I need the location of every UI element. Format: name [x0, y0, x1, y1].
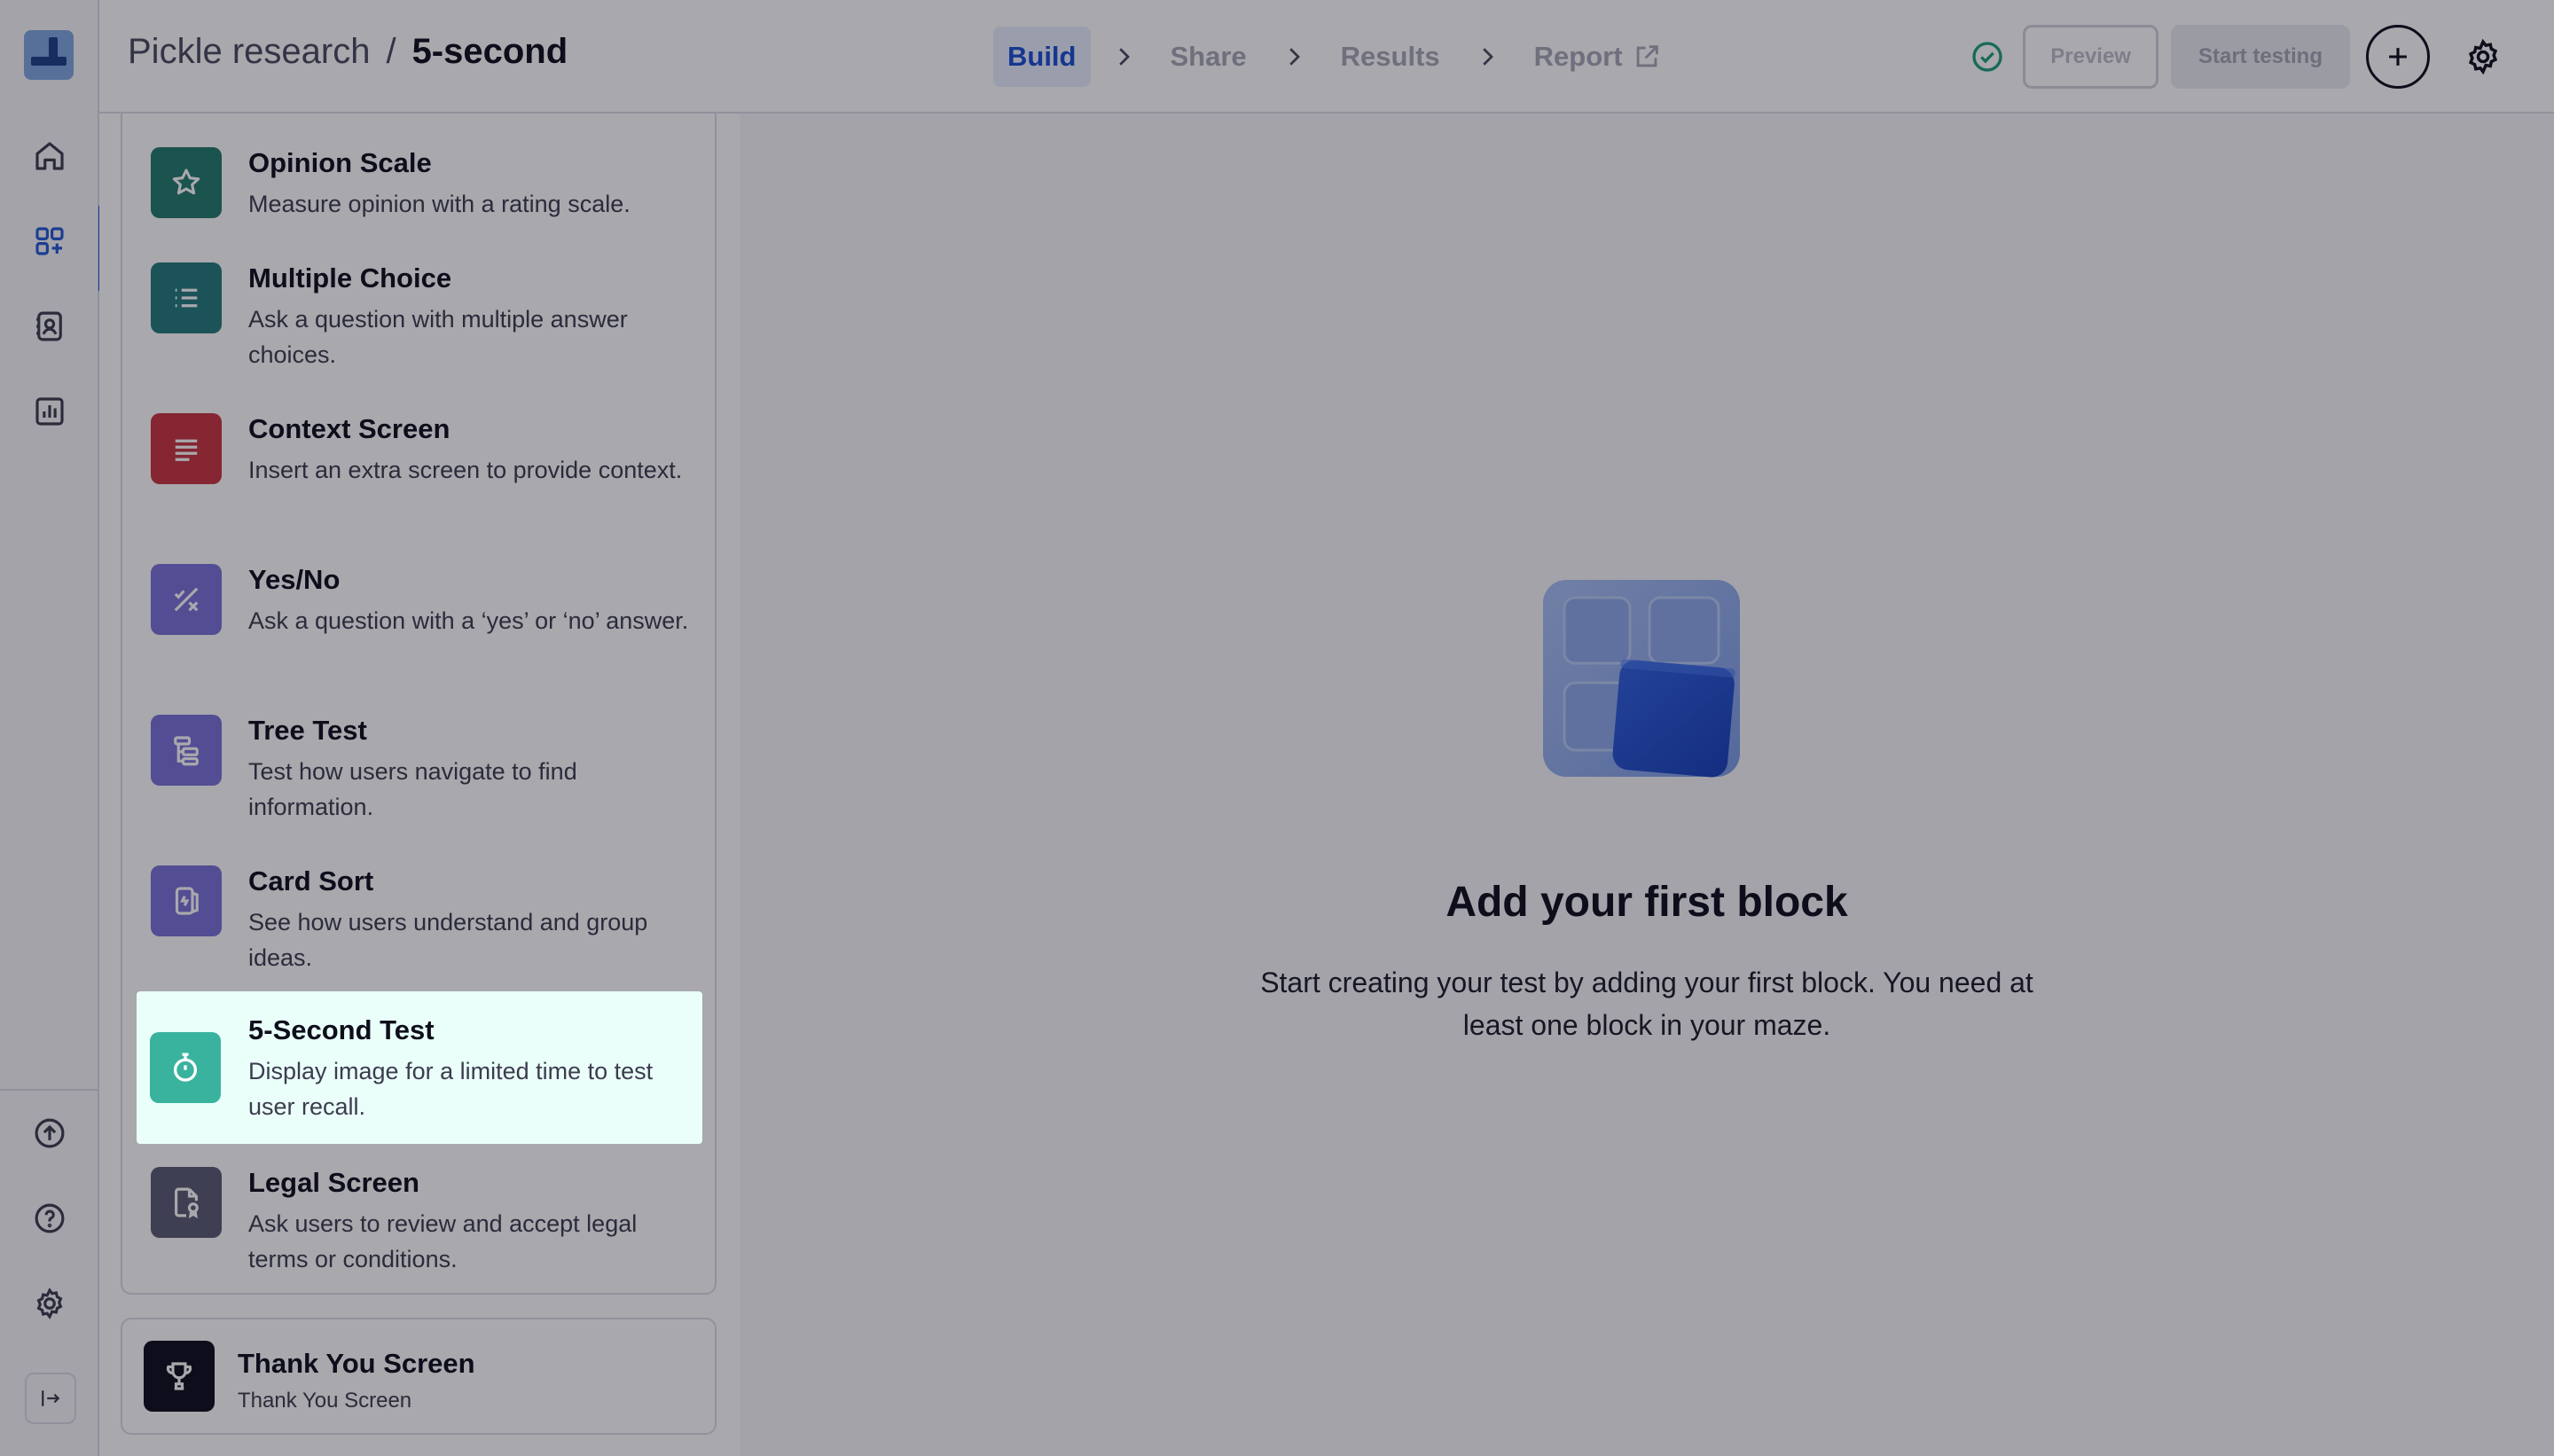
block-title: 5-Second Test	[248, 1014, 435, 1045]
block-description: Ask a question with multiple answer choi…	[248, 306, 628, 368]
block-card-sort[interactable]: Card Sort See how users understand and g…	[137, 846, 704, 997]
header-actions: Preview Start testing	[1970, 25, 2515, 89]
settings-icon[interactable]	[0, 1268, 99, 1339]
step-report[interactable]: Report	[1520, 27, 1676, 87]
block-description: Measure opinion with a rating scale.	[248, 191, 631, 217]
block-title: Multiple Choice	[248, 262, 452, 294]
block-description: Test how users navigate to find informat…	[248, 758, 577, 820]
main-canvas: Add your first block Start creating your…	[740, 114, 2554, 1456]
highlighted-block-card: 5-Second Test Display image for a limite…	[137, 991, 702, 1144]
stopwatch-icon	[150, 1032, 221, 1103]
gear-icon[interactable]	[2451, 25, 2515, 89]
yes-no-icon	[151, 564, 222, 635]
breadcrumb: Pickle research / 5-second	[128, 32, 568, 72]
external-link-icon	[1636, 45, 1658, 67]
block-tree-test[interactable]: Tree Test Test how users navigate to fin…	[137, 695, 704, 846]
block-5-second-test[interactable]: 5-Second Test Display image for a limite…	[137, 991, 702, 1144]
start-testing-button[interactable]: Start testing	[2170, 25, 2350, 89]
step-report-label: Report	[1533, 41, 1623, 72]
tree-icon	[151, 715, 222, 786]
block-description: Ask users to review and accept legal ter…	[248, 1210, 638, 1272]
trophy-icon	[144, 1341, 215, 1412]
block-description: Display image for a limited time to test…	[248, 1058, 654, 1120]
empty-state-description: Start creating your test by adding your …	[1260, 967, 2033, 1041]
chevron-right-icon	[1118, 48, 1130, 66]
home-icon[interactable]	[0, 121, 99, 192]
contacts-icon[interactable]	[0, 291, 99, 362]
collapse-sidebar-icon[interactable]	[25, 1373, 76, 1424]
cards-icon	[151, 865, 222, 936]
block-yes-no[interactable]: Yes/No Ask a question with a ‘yes’ or ‘n…	[137, 544, 704, 695]
block-multiple-choice[interactable]: Multiple Choice Ask a question with mult…	[137, 243, 704, 394]
plus-icon[interactable]	[2366, 25, 2430, 89]
left-nav-rail	[0, 0, 101, 1456]
block-description: Ask a question with a ‘yes’ or ‘no’ answ…	[248, 607, 689, 634]
thank-you-subtitle: Thank You Screen	[238, 1389, 412, 1413]
empty-state-title: Add your first block	[1445, 879, 1848, 926]
help-icon[interactable]	[0, 1183, 99, 1254]
block-context-screen[interactable]: Context Screen Insert an extra screen to…	[137, 394, 704, 544]
top-header: Pickle research / 5-second Build Share R…	[99, 0, 2554, 114]
analytics-chart-icon[interactable]	[0, 376, 99, 447]
list-icon	[151, 262, 222, 333]
breadcrumb-separator: /	[386, 32, 396, 71]
maze-logo[interactable]	[24, 30, 74, 80]
block-title: Context Screen	[248, 413, 450, 444]
thank-you-screen-block[interactable]: Thank You Screen Thank You Screen	[121, 1318, 717, 1435]
step-share[interactable]: Share	[1156, 27, 1261, 87]
text-lines-icon	[151, 413, 222, 484]
blocks-illustration	[1543, 580, 1740, 778]
block-title: Tree Test	[248, 715, 367, 746]
upload-icon[interactable]	[0, 1098, 99, 1169]
block-title: Legal Screen	[248, 1167, 419, 1198]
legal-doc-icon	[151, 1167, 222, 1238]
step-results[interactable]: Results	[1327, 27, 1454, 87]
check-circle-icon	[1972, 42, 2002, 72]
block-description: See how users understand and group ideas…	[248, 909, 648, 971]
star-icon	[151, 147, 222, 218]
projects-grid-icon[interactable]	[0, 206, 101, 291]
chevron-right-icon	[1482, 48, 1493, 66]
chevron-right-icon	[1289, 48, 1300, 66]
maze-title[interactable]: 5-second	[412, 32, 568, 72]
preview-button[interactable]: Preview	[2023, 25, 2158, 89]
block-description: Insert an extra screen to provide contex…	[248, 457, 683, 483]
block-legal-screen[interactable]: Legal Screen Ask users to review and acc…	[137, 1147, 704, 1298]
thank-you-title: Thank You Screen	[238, 1348, 475, 1379]
block-picker-panel: Opinion Scale Measure opinion with a rat…	[99, 114, 740, 1456]
block-title: Opinion Scale	[248, 147, 432, 178]
rail-divider	[0, 1089, 99, 1091]
step-build[interactable]: Build	[993, 27, 1091, 87]
breadcrumb-project[interactable]: Pickle research	[128, 32, 370, 72]
workflow-steps: Build Share Results Report	[993, 27, 1676, 87]
block-title: Card Sort	[248, 865, 374, 896]
block-title: Yes/No	[248, 564, 341, 595]
